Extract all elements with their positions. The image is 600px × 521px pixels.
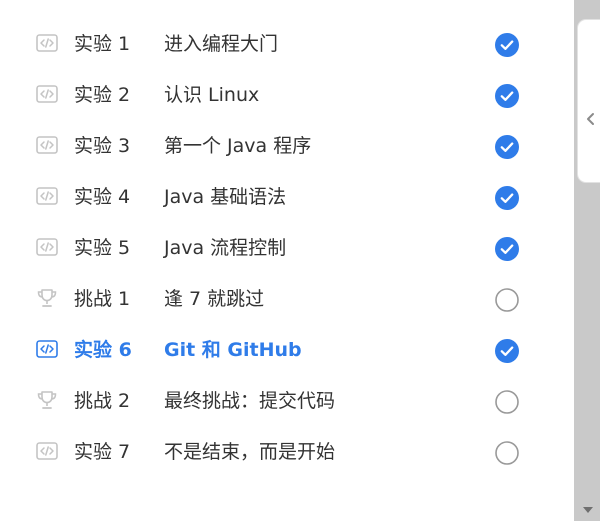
code-icon [36,34,58,52]
lesson-number: 实验 3 [74,135,131,157]
empty-circle-icon [495,441,519,465]
course-outline-panel: 实验 1 进入编程大门 实验 2 认识 Linux 实验 3 第一个 Java 程序 实验 … [0,0,570,521]
lesson-title[interactable]: Git 和 GitHub [164,337,302,363]
scrollbar[interactable] [574,0,600,521]
lesson-row[interactable]: 实验 5 Java 流程控制 [0,223,570,274]
code-icon [36,136,58,154]
lesson-title[interactable]: 第一个 Java 程序 [164,133,311,159]
lesson-row[interactable]: 实验 3 第一个 Java 程序 [0,121,570,172]
check-circle-icon [495,33,519,57]
lesson-number: 实验 4 [74,186,131,208]
lesson-row[interactable]: 实验 6 Git 和 GitHub [0,325,570,376]
lesson-row[interactable]: 实验 7 不是结束，而是开始 [0,427,570,478]
empty-circle-icon [495,288,519,312]
lesson-number: 实验 1 [74,33,131,55]
code-icon [36,340,58,358]
lesson-title[interactable]: 不是结束，而是开始 [164,439,335,465]
lesson-number: 挑战 2 [74,390,131,412]
trophy-icon [36,289,58,307]
lesson-number: 实验 5 [74,237,131,259]
lesson-number: 实验 2 [74,84,131,106]
lesson-row[interactable]: 实验 2 认识 Linux [0,70,570,121]
lesson-row[interactable]: 实验 1 进入编程大门 [0,19,570,70]
lesson-number: 实验 7 [74,441,131,463]
code-icon [36,187,58,205]
lesson-title[interactable]: Java 基础语法 [164,184,286,210]
trophy-icon [36,391,58,409]
lesson-row[interactable]: 挑战 1 逢 7 就跳过 [0,274,570,325]
code-icon [36,85,58,103]
chevron-left-icon[interactable] [585,112,597,126]
lesson-number: 实验 6 [74,339,132,361]
scroll-thumb[interactable] [578,20,600,182]
check-circle-icon [495,339,519,363]
course-outline-window: 实验 1 进入编程大门 实验 2 认识 Linux 实验 3 第一个 Java 程序 实验 … [0,0,600,521]
check-circle-icon [495,84,519,108]
lesson-row[interactable]: 挑战 2 最终挑战：提交代码 [0,376,570,427]
lesson-title[interactable]: 最终挑战：提交代码 [164,388,335,414]
lesson-number: 挑战 1 [74,288,131,310]
empty-circle-icon [495,390,519,414]
code-icon [36,442,58,460]
check-circle-icon [495,186,519,210]
arrow-down-icon[interactable] [582,505,594,515]
check-circle-icon [495,237,519,261]
check-circle-icon [495,135,519,159]
lesson-title[interactable]: 进入编程大门 [164,31,278,57]
lesson-title[interactable]: Java 流程控制 [164,235,286,261]
lesson-title[interactable]: 认识 Linux [164,82,259,108]
code-icon [36,238,58,256]
lesson-title[interactable]: 逢 7 就跳过 [164,286,264,312]
lesson-list: 实验 1 进入编程大门 实验 2 认识 Linux 实验 3 第一个 Java 程序 实验 … [0,19,570,478]
lesson-row[interactable]: 实验 4 Java 基础语法 [0,172,570,223]
